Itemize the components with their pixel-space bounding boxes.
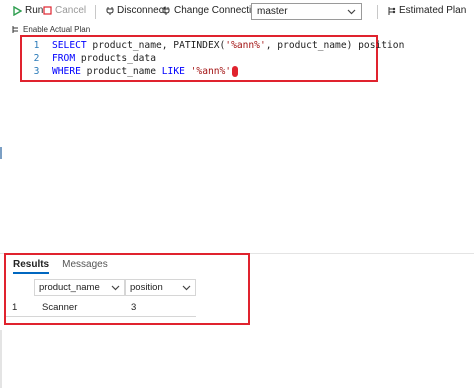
line-number: 1 — [33, 40, 40, 51]
string-literal: '%ann%' — [190, 66, 232, 77]
tab-messages[interactable]: Messages — [62, 259, 108, 274]
code-text: , product_name) position — [265, 40, 405, 51]
string-literal: '%ann%' — [225, 40, 266, 51]
chevron-down-icon[interactable] — [111, 285, 120, 291]
enable-actual-plan-label: Enable Actual Plan — [23, 24, 91, 34]
database-select[interactable]: master — [251, 3, 362, 20]
estimated-plan-label: Estimated Plan — [399, 5, 467, 16]
enable-actual-plan-toggle[interactable]: Enable Actual Plan — [12, 23, 90, 35]
code-line: 2 FROM products_data — [22, 52, 156, 65]
change-connection-label: Change Connection — [174, 5, 263, 16]
database-value: master — [257, 6, 288, 17]
code-text: products_data — [75, 53, 156, 64]
code-line: 3 WHERE product_name LIKE '%ann%' — [22, 65, 239, 78]
keyword-where: WHERE — [52, 66, 81, 77]
row-number: 1 — [12, 301, 18, 313]
line-number: 2 — [33, 53, 40, 64]
column-header-label: product_name — [39, 282, 100, 293]
row-separator — [6, 316, 196, 317]
scroll-indicator — [0, 147, 2, 159]
keyword-like: LIKE — [161, 66, 185, 77]
left-edge — [0, 330, 2, 388]
code-text: product_name, — [86, 40, 174, 51]
stop-icon — [43, 6, 52, 15]
plug-icon — [106, 6, 114, 15]
code-line: 1 SELECT product_name, PATINDEX('%ann%',… — [22, 39, 405, 52]
toolbar-separator — [95, 5, 96, 19]
results-panel: Results Messages product_name position 1… — [4, 253, 250, 325]
function-name: PATINDEX — [173, 40, 220, 51]
run-label: Run — [25, 5, 44, 16]
chevron-down-icon[interactable] — [182, 285, 191, 291]
actual-plan-icon — [12, 25, 18, 33]
text-cursor — [232, 66, 239, 77]
plan-icon — [388, 6, 396, 15]
estimated-plan-button[interactable]: Estimated Plan — [387, 5, 466, 16]
column-header-label: position — [130, 282, 163, 293]
query-toolbar: Run Cancel Disconnect Change Connection … — [0, 0, 474, 23]
code-text: product_name — [80, 66, 162, 77]
disconnect-button[interactable]: Disconnect — [106, 5, 166, 16]
play-icon — [13, 5, 22, 16]
toolbar-separator — [377, 5, 378, 19]
column-header-position[interactable]: position — [125, 279, 196, 296]
cell-product-name[interactable]: Scanner — [38, 300, 81, 314]
chevron-down-icon — [347, 9, 356, 14]
line-number: 3 — [33, 66, 40, 77]
column-header-product-name[interactable]: product_name — [34, 279, 125, 296]
query-editor[interactable]: 1 SELECT product_name, PATINDEX('%ann%',… — [20, 35, 404, 82]
keyword-from: FROM — [52, 53, 76, 64]
cell-position[interactable]: 3 — [127, 300, 140, 314]
disconnect-label: Disconnect — [117, 5, 167, 16]
cancel-button[interactable]: Cancel — [43, 5, 86, 16]
change-connection-button[interactable]: Change Connection — [162, 5, 262, 16]
keyword-select: SELECT — [52, 40, 87, 51]
connection-icon — [162, 6, 170, 15]
run-button[interactable]: Run — [13, 5, 43, 16]
tab-results[interactable]: Results — [13, 259, 50, 274]
results-tabs: Results Messages — [13, 259, 108, 274]
cancel-label: Cancel — [55, 5, 87, 16]
